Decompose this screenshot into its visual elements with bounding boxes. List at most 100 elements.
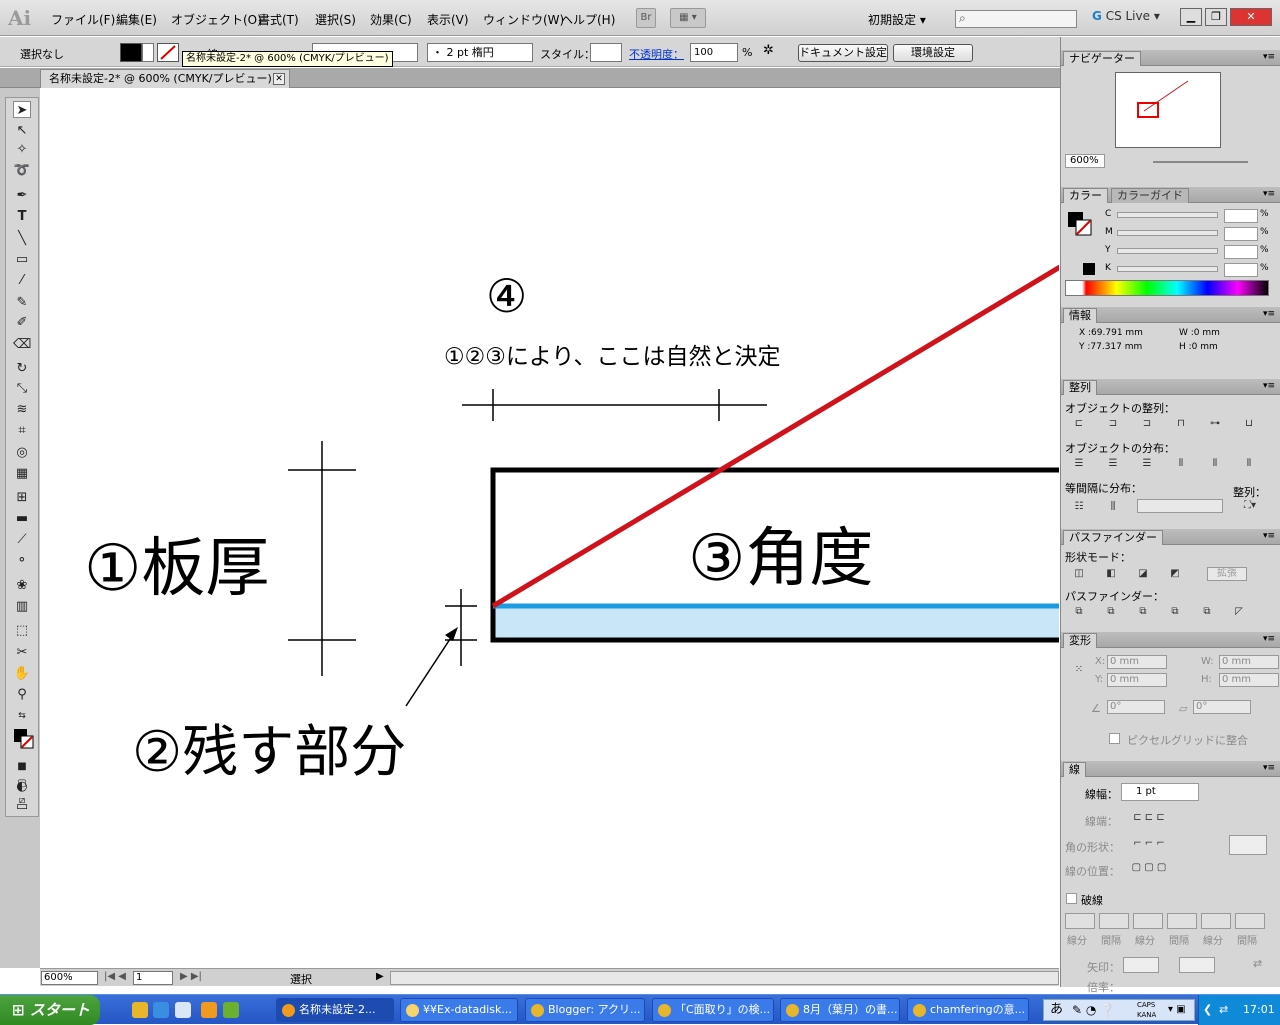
color-m-input[interactable]: [1224, 227, 1258, 241]
miter-limit-input[interactable]: [1229, 835, 1267, 855]
preferences-button[interactable]: 環境設定: [893, 44, 973, 62]
align-left-icon[interactable]: ⊏: [1071, 417, 1087, 431]
gradient-tool-icon[interactable]: ▬: [13, 510, 31, 527]
help-search-input[interactable]: ⌕: [955, 10, 1077, 28]
task-chrome-chamfering[interactable]: chamferingの意...: [907, 998, 1029, 1022]
pen-tool-icon[interactable]: ✒: [13, 187, 31, 204]
panel-menu-icon[interactable]: ▾≡: [1263, 634, 1275, 644]
task-chrome-blogger[interactable]: Blogger: アクリ...: [525, 998, 645, 1022]
illustrator-quicklaunch-icon[interactable]: [201, 1002, 217, 1018]
align-hcenter-icon[interactable]: ⊐: [1105, 417, 1121, 431]
artboard-canvas[interactable]: ④ ①②③により、ここは自然と決定 ①板厚 ②残す部分 ③角度: [40, 89, 1059, 968]
gap-input-1[interactable]: [1099, 913, 1129, 929]
horizontal-scrollbar[interactable]: [390, 971, 1059, 985]
unite-icon[interactable]: ◫: [1071, 567, 1087, 581]
rotate-tool-icon[interactable]: ↻: [13, 360, 31, 377]
panel-menu-icon[interactable]: ▾≡: [1263, 52, 1275, 62]
expand-button[interactable]: 拡張: [1207, 567, 1247, 581]
close-tab-icon[interactable]: ✕: [273, 73, 285, 85]
ime-mode[interactable]: あ: [1050, 1000, 1063, 1020]
menu-help[interactable]: ヘルプ(H): [561, 11, 615, 28]
tab-pathfinder[interactable]: パスファインダー: [1063, 530, 1163, 545]
draw-mode-icon[interactable]: ◐: [13, 778, 31, 795]
status-menu-arrow-icon[interactable]: ▶: [376, 971, 384, 982]
corner-buttons-icon[interactable]: ⌐ ⌐ ⌐: [1123, 837, 1175, 851]
tab-color[interactable]: カラー: [1063, 188, 1108, 203]
color-k-input[interactable]: [1224, 263, 1258, 277]
zoom-input[interactable]: 600%: [41, 971, 98, 985]
page-input[interactable]: 1: [133, 971, 173, 985]
dash-input-2[interactable]: [1133, 913, 1163, 929]
panel-menu-icon[interactable]: ▾≡: [1263, 763, 1275, 773]
page-first-prev-icon[interactable]: |◀ ◀: [104, 971, 126, 982]
align-top-icon[interactable]: ⊓: [1173, 417, 1189, 431]
fill-stroke-indicator[interactable]: [13, 728, 35, 750]
menu-window[interactable]: ウィンドウ(W): [483, 11, 564, 28]
color-spectrum[interactable]: [1065, 280, 1269, 296]
arrow-start-dropdown[interactable]: [1123, 957, 1159, 973]
minus-back-icon[interactable]: ◸: [1231, 605, 1247, 619]
exclude-icon[interactable]: ◩: [1167, 567, 1183, 581]
dist-left-icon[interactable]: ⫴: [1173, 457, 1189, 471]
transform-x-input[interactable]: 0 mm: [1107, 655, 1167, 669]
dashed-checkbox[interactable]: [1066, 893, 1077, 904]
align-vcenter-icon[interactable]: ⊶: [1207, 417, 1223, 431]
color-c-input[interactable]: [1224, 209, 1258, 223]
zoom-tool-icon[interactable]: ⚲: [13, 686, 31, 703]
screen-mode-icon[interactable]: ▭: [13, 798, 31, 815]
clock[interactable]: 17:01: [1243, 995, 1275, 1025]
style-dropdown[interactable]: [590, 43, 622, 62]
menu-select[interactable]: 選択(S): [315, 11, 356, 28]
selection-tool-icon[interactable]: ➤: [13, 101, 31, 118]
transform-y-input[interactable]: 0 mm: [1107, 673, 1167, 687]
shape-builder-tool-icon[interactable]: ◎: [13, 444, 31, 461]
line-tool-icon[interactable]: ╲: [13, 230, 31, 247]
dash-input-1[interactable]: [1065, 913, 1095, 929]
opacity-input[interactable]: 100: [690, 43, 738, 62]
spacing-input[interactable]: [1137, 499, 1223, 513]
panel-menu-icon[interactable]: ▾≡: [1263, 531, 1275, 541]
tab-info[interactable]: 情報: [1063, 308, 1097, 323]
align-bottom-icon[interactable]: ⊔: [1241, 417, 1257, 431]
task-chrome-month[interactable]: 8月（葉月）の書...: [780, 998, 900, 1022]
workspace-switcher[interactable]: 初期設定 ▾: [868, 11, 926, 28]
color-fill-stroke-icon[interactable]: [1067, 211, 1093, 237]
menu-edit[interactable]: 編集(E): [116, 11, 157, 28]
bridge-quicklaunch-icon[interactable]: [223, 1002, 239, 1018]
close-button[interactable]: ✕: [1230, 8, 1272, 26]
perspective-grid-tool-icon[interactable]: ▦: [13, 465, 31, 482]
gap-input-3[interactable]: [1235, 913, 1265, 929]
network-icon[interactable]: ⇄: [1219, 995, 1228, 1025]
menu-view[interactable]: 表示(V): [427, 11, 469, 28]
recolor-icon[interactable]: ✲: [763, 43, 774, 58]
document-tab[interactable]: 名称未設定-2* @ 600% (CMYK/プレビュー) ✕: [40, 69, 290, 88]
crop-icon[interactable]: ⧉: [1167, 605, 1183, 619]
ime-expand-icon[interactable]: ▾ ▣: [1168, 1000, 1186, 1020]
divide-icon[interactable]: ⧉: [1071, 605, 1087, 619]
pencil-tool-icon[interactable]: ✎: [13, 294, 31, 311]
navigator-zoom-slider[interactable]: [1153, 161, 1248, 163]
color-m-slider[interactable]: [1117, 230, 1218, 236]
transform-w-input[interactable]: 0 mm: [1219, 655, 1279, 669]
fill-swatch[interactable]: [120, 43, 142, 62]
swap-fill-stroke-icon[interactable]: ⇆: [13, 708, 31, 725]
tab-align[interactable]: 整列: [1063, 380, 1097, 395]
menu-file[interactable]: ファイル(F): [51, 11, 115, 28]
menu-object[interactable]: オブジェクト(O): [171, 11, 262, 28]
color-c-slider[interactable]: [1117, 212, 1218, 218]
dist-vcenter-icon[interactable]: ☰: [1105, 457, 1121, 471]
cs-live-button[interactable]: G CS Live ▾: [1092, 9, 1160, 23]
transform-h-input[interactable]: 0 mm: [1219, 673, 1279, 687]
intersect-icon[interactable]: ◪: [1135, 567, 1151, 581]
ime-language-bar[interactable]: あ ✎ ◔ ❔ CAPS KANA ▾ ▣: [1043, 999, 1195, 1021]
blob-brush-tool-icon[interactable]: ✐: [13, 314, 31, 331]
navigator-zoom-input[interactable]: 600%: [1065, 154, 1105, 168]
minimize-button[interactable]: ▁: [1180, 8, 1202, 26]
task-chrome-search[interactable]: 「C面取り」の検...: [652, 998, 774, 1022]
dash-input-3[interactable]: [1201, 913, 1231, 929]
gap-input-2[interactable]: [1167, 913, 1197, 929]
black-swatch[interactable]: [1083, 263, 1095, 275]
dist-right-icon[interactable]: ⫴: [1241, 457, 1257, 471]
scale-tool-icon[interactable]: ⤡: [13, 380, 31, 397]
direct-selection-tool-icon[interactable]: ↖: [13, 122, 31, 139]
